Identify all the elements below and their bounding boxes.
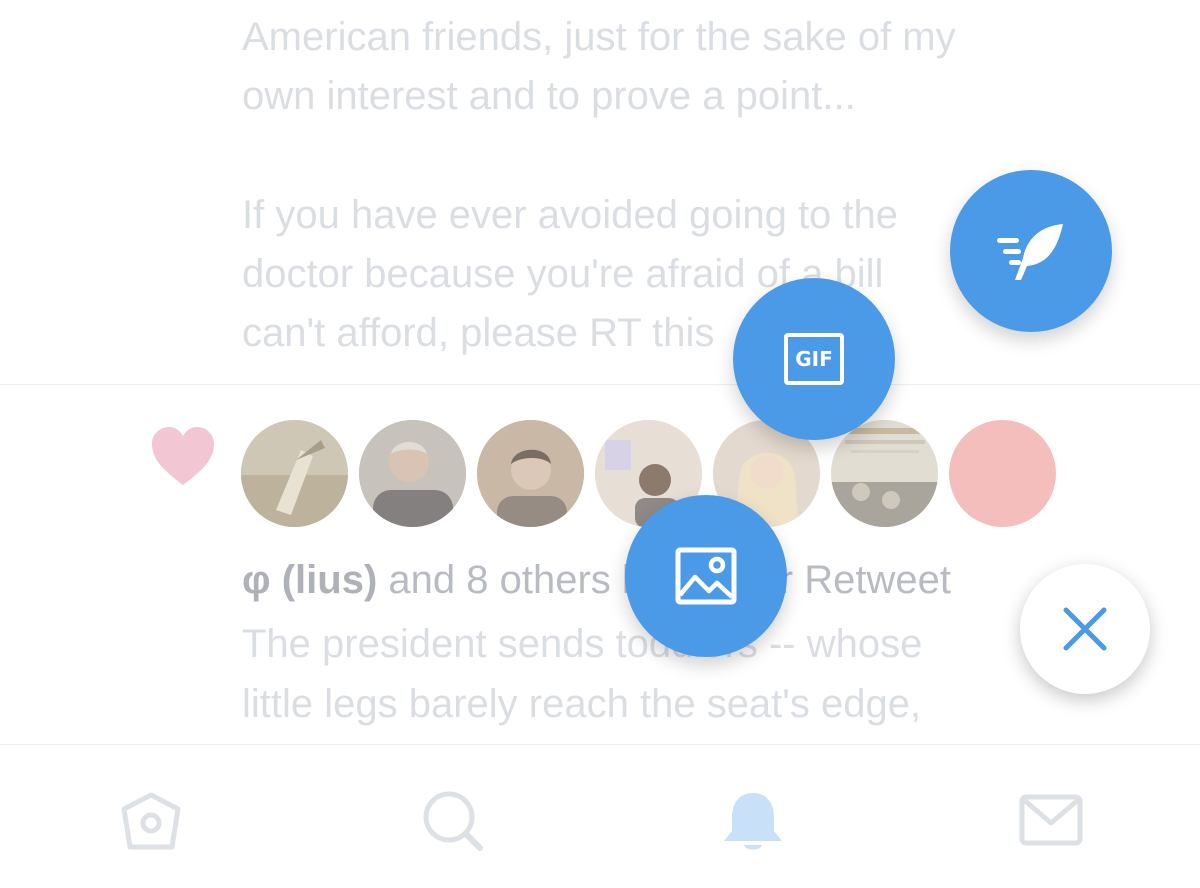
- avatar[interactable]: [241, 420, 348, 527]
- feed-divider: [0, 384, 1200, 385]
- avatar[interactable]: [359, 420, 466, 527]
- tweet-text-line: own interest and to prove a point...: [242, 74, 856, 118]
- home-icon[interactable]: [116, 789, 186, 853]
- gif-button[interactable]: GIF: [733, 278, 895, 440]
- close-icon: [1063, 607, 1107, 651]
- compose-tweet-button[interactable]: [950, 170, 1112, 332]
- bottom-tab-bar: [0, 744, 1200, 888]
- bell-icon[interactable]: [718, 789, 788, 853]
- search-icon[interactable]: [418, 789, 488, 853]
- heart-icon: [152, 427, 214, 485]
- liked-tweet-text: little legs barely reach the seat's edge…: [242, 682, 922, 726]
- avatar[interactable]: [949, 420, 1056, 527]
- quill-compose-icon: [997, 224, 1063, 280]
- avatar[interactable]: [831, 420, 938, 527]
- like-notification-summary[interactable]: φ (lius) and 8 others liked your Retweet: [242, 552, 951, 608]
- notification-actor[interactable]: φ (lius): [242, 558, 377, 602]
- gif-label: GIF: [795, 347, 833, 371]
- tweet-text-line: American friends, just for the sake of m…: [242, 15, 956, 59]
- gif-icon: GIF: [784, 333, 844, 385]
- mail-icon[interactable]: [1016, 789, 1086, 853]
- avatar[interactable]: [477, 420, 584, 527]
- close-menu-button[interactable]: [1020, 564, 1150, 694]
- add-image-button[interactable]: [625, 495, 787, 657]
- image-icon: [675, 547, 737, 605]
